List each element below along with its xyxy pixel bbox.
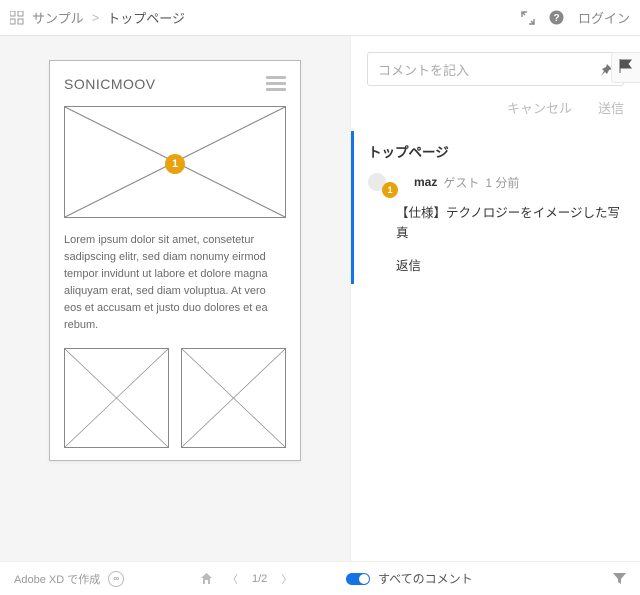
next-page-button[interactable]: 〉 bbox=[277, 569, 296, 589]
artboard-title: SONICMOOV bbox=[64, 76, 156, 92]
page-indicator: 1/2 bbox=[252, 573, 267, 585]
comment-time: 1 分前 bbox=[485, 174, 519, 191]
bottom-bar: Adobe XD で作成 ∞ 〈 1/2 〉 すべてのコメント bbox=[0, 561, 640, 595]
home-icon[interactable] bbox=[200, 572, 213, 585]
svg-text:?: ? bbox=[553, 13, 559, 24]
flag-icon[interactable] bbox=[611, 52, 640, 83]
hero-placeholder[interactable]: 1 bbox=[64, 106, 286, 218]
breadcrumb-parent[interactable]: サンプル bbox=[32, 8, 84, 27]
thread-pin-badge: 1 bbox=[382, 182, 398, 198]
breadcrumb-current: トップページ bbox=[107, 8, 185, 27]
grid-icon[interactable] bbox=[10, 11, 24, 25]
toggle-label: すべてのコメント bbox=[378, 570, 473, 587]
made-with-label: Adobe XD で作成 bbox=[14, 571, 100, 587]
thread-title: トップページ bbox=[368, 141, 626, 161]
artboard: SONICMOOV 1 Lorem ipsum dolor sit amet, … bbox=[49, 60, 301, 461]
comment-placeholder: コメントを記入 bbox=[378, 60, 469, 79]
comment-author: maz bbox=[414, 175, 437, 189]
help-icon[interactable]: ? bbox=[549, 10, 564, 25]
hamburger-icon bbox=[266, 73, 286, 94]
comment-role: ゲスト bbox=[443, 174, 479, 191]
filter-icon[interactable] bbox=[613, 572, 626, 585]
canvas-area[interactable]: SONICMOOV 1 Lorem ipsum dolor sit amet, … bbox=[0, 36, 350, 561]
comment-pin-badge[interactable]: 1 bbox=[165, 154, 185, 174]
expand-icon[interactable] bbox=[521, 11, 535, 25]
creative-cloud-icon[interactable]: ∞ bbox=[108, 571, 124, 587]
breadcrumb-separator: > bbox=[92, 10, 100, 25]
toggle-switch[interactable] bbox=[346, 573, 370, 585]
image-placeholder-right bbox=[181, 348, 286, 448]
comments-panel: コメントを記入 キャンセル 送信 トップページ 1 maz ゲスト 1 分前 【… bbox=[350, 36, 640, 561]
top-bar: サンプル > トップページ ? ログイン bbox=[0, 0, 640, 36]
comment-thread[interactable]: トップページ 1 maz ゲスト 1 分前 【仕様】テクノロジーをイメージした写… bbox=[351, 131, 640, 284]
login-link[interactable]: ログイン bbox=[578, 8, 630, 27]
cancel-button[interactable]: キャンセル bbox=[507, 98, 572, 117]
reply-link[interactable]: 返信 bbox=[396, 255, 626, 274]
comment-body: 【仕様】テクノロジーをイメージした写真 bbox=[396, 203, 626, 243]
send-button[interactable]: 送信 bbox=[598, 98, 624, 117]
comment-input[interactable]: コメントを記入 bbox=[367, 52, 624, 86]
image-placeholder-left bbox=[64, 348, 169, 448]
body-text: Lorem ipsum dolor sit amet, consetetur s… bbox=[64, 232, 286, 334]
all-comments-toggle[interactable]: すべてのコメント bbox=[346, 570, 473, 587]
prev-page-button[interactable]: 〈 bbox=[223, 569, 242, 589]
